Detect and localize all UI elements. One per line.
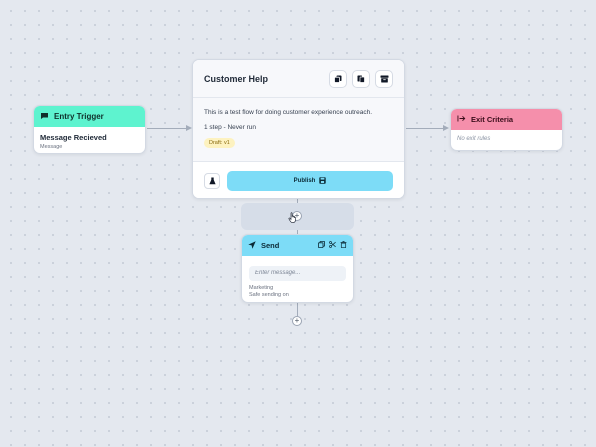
connector-flow-exit-arrow — [443, 125, 449, 131]
trash-icon[interactable] — [340, 241, 347, 250]
add-step-button-bottom[interactable]: + — [292, 316, 302, 326]
publish-button[interactable]: Publish — [227, 171, 393, 191]
send-step-safety: Safe sending on — [249, 292, 289, 299]
send-step-info: Marketing Safe sending on — [249, 285, 346, 301]
entry-trigger-item-title: Message Recieved — [40, 133, 107, 142]
exit-arrow-icon — [457, 115, 466, 124]
copy-button[interactable] — [329, 69, 347, 88]
exit-criteria-header: Exit Criteria — [451, 109, 562, 130]
scissors-icon[interactable] — [329, 241, 336, 250]
duplicate-button[interactable] — [352, 69, 370, 88]
flow-title: Customer Help — [204, 73, 269, 84]
exit-criteria-title: Exit Criteria — [471, 115, 514, 124]
send-step-title: Send — [261, 241, 280, 250]
status-badge: Draft: v1 — [204, 138, 235, 148]
flow-card: Customer Help This is a test flow for do… — [192, 59, 405, 199]
entry-trigger-item-sub: Message — [40, 144, 63, 150]
hand-cursor-icon — [288, 210, 298, 228]
entry-trigger-title: Entry Trigger — [54, 112, 104, 121]
entry-trigger-header: Entry Trigger — [34, 106, 145, 127]
connector-entry-flow — [147, 128, 186, 129]
entry-trigger-node[interactable]: Entry Trigger Message Recieved Message — [33, 105, 146, 154]
exit-criteria-empty: No exit rules — [457, 136, 491, 142]
flow-body: This is a test flow for doing customer e… — [193, 97, 404, 162]
message-icon — [40, 112, 49, 122]
connector-send-add — [297, 303, 298, 316]
publish-label: Publish — [293, 178, 316, 184]
save-icon — [319, 176, 327, 186]
flow-header-actions — [329, 69, 393, 88]
paper-plane-icon — [248, 240, 256, 251]
flow-footer: Publish — [193, 162, 404, 198]
copy-icon — [334, 70, 342, 88]
send-step-tools — [318, 241, 347, 250]
archive-button[interactable] — [375, 69, 393, 88]
copy-icon[interactable] — [318, 241, 325, 250]
flask-icon — [208, 172, 216, 190]
send-step-channel: Marketing — [249, 284, 274, 291]
archive-icon — [380, 70, 389, 88]
flow-meta: 1 step - Never run — [204, 124, 257, 131]
connector-flow-exit — [406, 128, 444, 129]
test-flow-button[interactable] — [204, 173, 220, 189]
flow-description: This is a test flow for doing customer e… — [204, 109, 372, 116]
duplicate-icon — [357, 70, 365, 88]
send-step-node[interactable]: Send Marketing Safe sending on — [241, 234, 354, 303]
message-input[interactable] — [249, 265, 346, 281]
send-step-header: Send — [242, 235, 353, 256]
exit-criteria-node[interactable]: Exit Criteria No exit rules — [450, 108, 563, 151]
flow-header: Customer Help — [193, 60, 404, 97]
